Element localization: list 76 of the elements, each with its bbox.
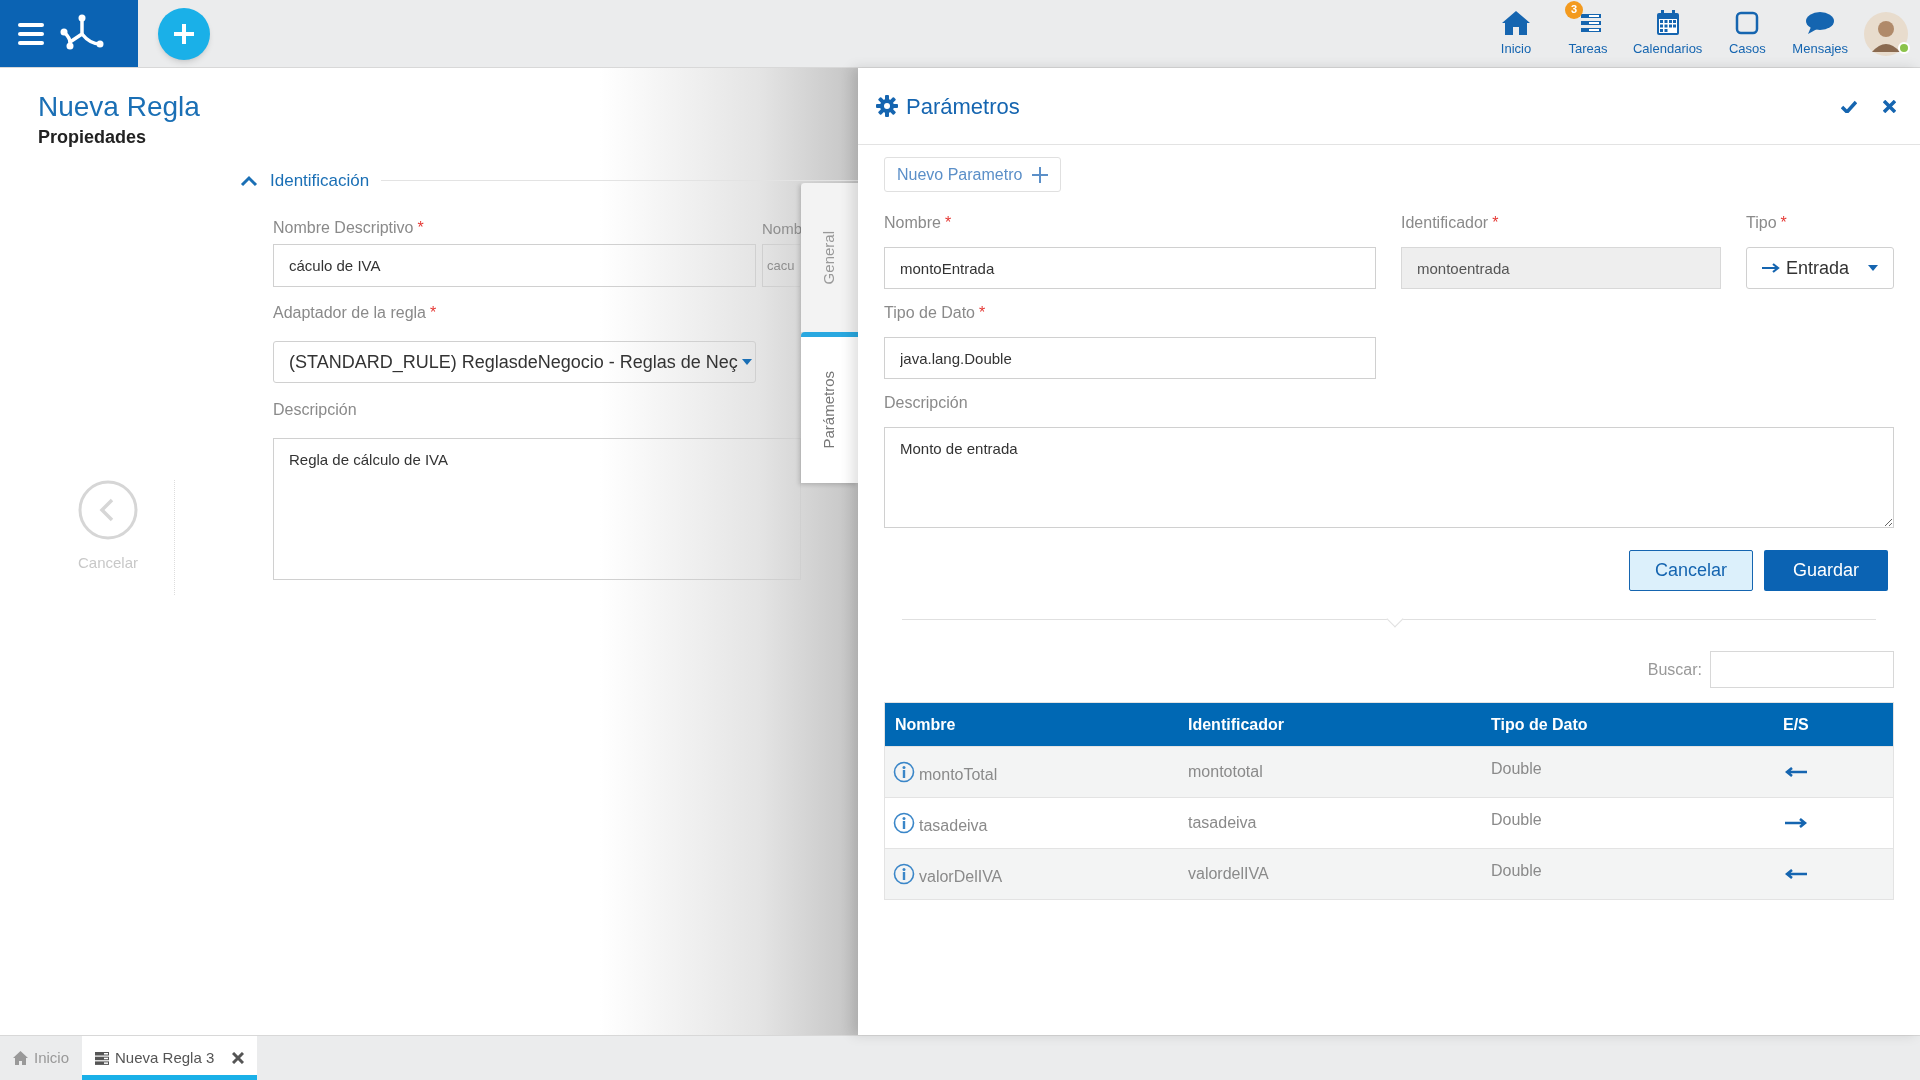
- home-icon: [13, 1051, 28, 1065]
- field-label: Tipo de Dato: [884, 303, 975, 323]
- add-button[interactable]: [158, 7, 210, 60]
- bottom-tab[interactable]: Nueva Regla 3: [82, 1036, 258, 1080]
- required-mark: *: [430, 303, 437, 323]
- field-label: Nomb: [762, 219, 802, 239]
- nav-item[interactable]: Inicio: [1483, 0, 1549, 58]
- search-field[interactable]: [1710, 651, 1894, 688]
- close-icon[interactable]: [232, 1052, 245, 1064]
- nav-item[interactable]: Mensajes: [1786, 0, 1854, 58]
- nav-item[interactable]: Calendarios: [1627, 0, 1709, 58]
- table-cell-text: Double: [1491, 861, 1543, 881]
- description-textarea[interactable]: Regla de cálculo de IVA: [273, 438, 801, 580]
- panel-title: Parámetros: [906, 92, 1021, 121]
- table-cell-text: montoTotal: [919, 765, 998, 785]
- chevron-up-icon: [240, 174, 258, 187]
- table-cell-text: tasadeiva: [1188, 813, 1258, 833]
- avatar-icon[interactable]: [1864, 11, 1908, 56]
- cancel-button[interactable]: Cancelar: [1629, 550, 1753, 591]
- plus-icon: [172, 21, 196, 46]
- plus-icon: [1032, 166, 1049, 183]
- field-label: Descripción: [884, 393, 968, 413]
- count-badge: 3: [1565, 0, 1583, 19]
- close-button[interactable]: [1883, 99, 1896, 113]
- info-icon[interactable]: [893, 761, 915, 783]
- table-cell-text: valordelIVA: [1188, 864, 1270, 884]
- menu-icon[interactable]: [18, 22, 44, 45]
- nav-item[interactable]: Tareas 3: [1555, 0, 1621, 58]
- dropdown[interactable]: (STANDARD_RULE) ReglasdeNegocio - Reglas de Neç: [273, 341, 756, 383]
- column-header: Tipo de Dato: [1491, 714, 1589, 735]
- field-label: Nombre Descriptivo: [273, 218, 414, 238]
- table-cell-text: valorDelIVA: [919, 867, 1003, 887]
- input-field[interactable]: java.lang.Double: [884, 337, 1376, 379]
- page-title: Nueva Regla: [38, 90, 200, 124]
- field-label: Adaptador de la regla: [273, 303, 426, 323]
- input-field[interactable]: cáculo de IVA: [273, 244, 756, 287]
- info-icon[interactable]: [893, 863, 915, 885]
- section-toggle[interactable]: Identificación: [240, 168, 370, 194]
- search-label: Buscar:: [1647, 659, 1702, 680]
- required-mark: *: [979, 303, 986, 323]
- nav-item[interactable]: Casos: [1714, 0, 1781, 58]
- right-arrow-icon: [1785, 818, 1807, 828]
- list-icon: [95, 1051, 110, 1065]
- type-dropdown[interactable]: Entrada: [1746, 247, 1894, 289]
- table-cell-text: Double: [1491, 810, 1543, 830]
- page-subtitle: Propiedades: [38, 126, 148, 149]
- description-textarea[interactable]: Monto de entrada: [884, 427, 1894, 528]
- field-label: Nombre: [884, 212, 941, 233]
- column-header: Identificador: [1188, 714, 1285, 735]
- vertical-tab[interactable]: Parámetros: [801, 332, 858, 483]
- info-icon[interactable]: [893, 812, 915, 834]
- field-label: Descripción: [273, 400, 357, 420]
- caret-icon: [741, 359, 752, 365]
- save-button[interactable]: Guardar: [1764, 550, 1888, 591]
- back-icon: [78, 480, 138, 540]
- required-mark: *: [944, 212, 952, 233]
- table-cell-text: tasadeiva: [919, 816, 988, 836]
- settings-icon: [876, 95, 898, 117]
- required-mark: *: [1492, 212, 1499, 233]
- new-parameter-button[interactable]: Nuevo Parametro: [884, 157, 1062, 192]
- input-field[interactable]: montoEntrada: [884, 247, 1376, 289]
- required-mark: *: [417, 218, 424, 238]
- home-icon: [1501, 8, 1531, 37]
- caret-icon: [1868, 265, 1878, 271]
- required-mark: *: [1780, 212, 1787, 233]
- right-arrow-icon: [1762, 263, 1780, 273]
- table-cell-text: Double: [1491, 759, 1543, 779]
- left-arrow-icon: [1785, 869, 1807, 879]
- table-cell-text: montototal: [1188, 762, 1264, 782]
- confirm-button[interactable]: [1841, 99, 1857, 113]
- field-label: Tipo: [1746, 212, 1777, 233]
- column-header: Nombre: [894, 714, 957, 735]
- column-header: E/S: [1783, 714, 1810, 735]
- calendar-icon: [1655, 8, 1680, 37]
- field-label: Identificador: [1401, 212, 1489, 233]
- left-arrow-icon: [1785, 767, 1807, 777]
